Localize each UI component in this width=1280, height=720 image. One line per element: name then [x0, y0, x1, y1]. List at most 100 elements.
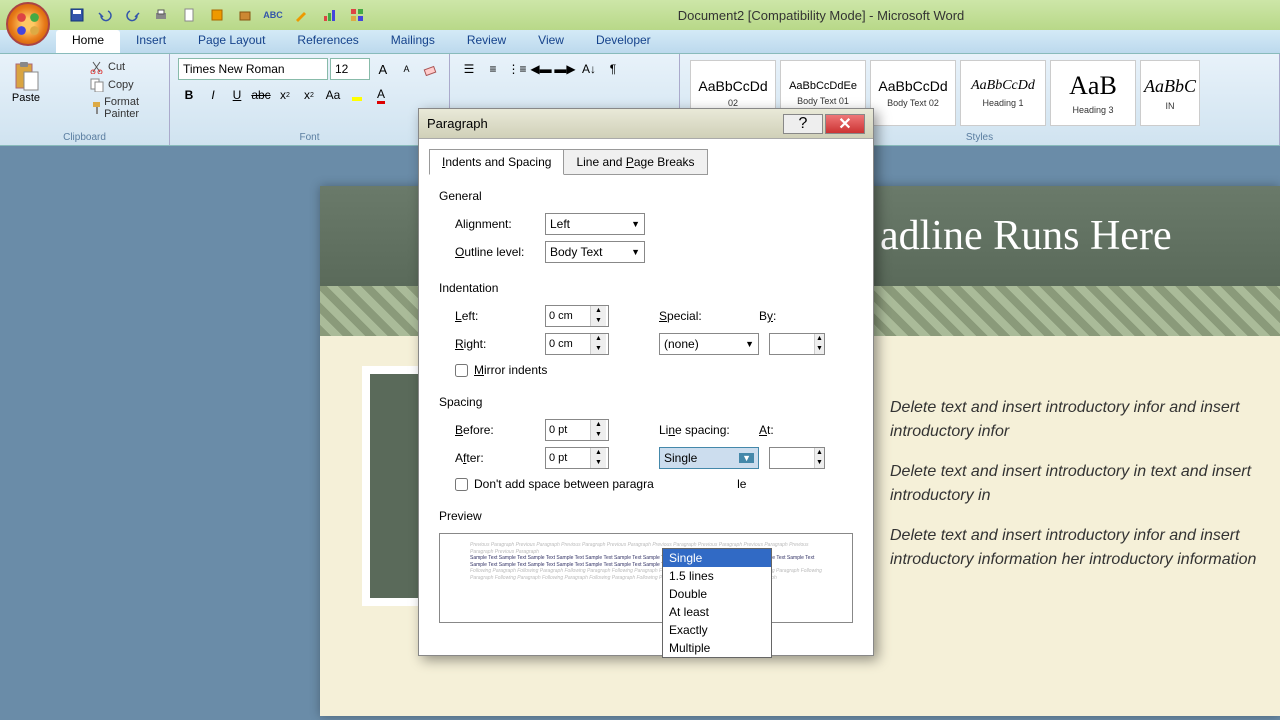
tab-indents-spacing[interactable]: IIndents and Spacingndents and Spacing — [429, 149, 564, 175]
clipboard-group: Paste Cut Copy Format Painter Clipboard — [0, 54, 170, 145]
numbering-button[interactable]: ≡ — [482, 58, 504, 80]
dialog-close-button[interactable]: ✕ — [825, 114, 865, 134]
before-spinner[interactable]: ▲▼ — [545, 419, 609, 441]
general-section-label: General — [439, 189, 853, 203]
dialog-title-text: Paragraph — [427, 116, 781, 131]
tab-references[interactable]: References — [281, 30, 374, 53]
qat-preview[interactable] — [178, 4, 200, 26]
office-button[interactable] — [6, 2, 50, 46]
ls-option-1-5[interactable]: 1.5 lines — [663, 567, 771, 585]
chart-icon — [322, 8, 336, 22]
ls-option-single[interactable]: Single — [663, 549, 771, 567]
style-heading-3[interactable]: AaBHeading 3 — [1050, 60, 1136, 126]
tab-review[interactable]: Review — [451, 30, 522, 53]
superscript-button[interactable]: x2 — [298, 84, 320, 106]
bold-button[interactable]: B — [178, 84, 200, 106]
ls-option-at-least[interactable]: At least — [663, 603, 771, 621]
left-spinner[interactable]: ▲▼ — [545, 305, 609, 327]
qat-chart[interactable] — [318, 4, 340, 26]
paste-button[interactable]: Paste — [8, 58, 44, 122]
grow-font[interactable]: A — [372, 58, 394, 80]
left-label: Left: — [455, 309, 535, 323]
up-icon[interactable]: ▲ — [815, 448, 824, 458]
qat-spell[interactable]: ABC — [262, 4, 284, 26]
style-body-text-02[interactable]: AaBbCcDdBody Text 02 — [870, 60, 956, 126]
dialog-titlebar[interactable]: Paragraph ? ✕ — [419, 109, 873, 139]
down-icon[interactable]: ▼ — [591, 316, 606, 326]
qat-grid[interactable] — [346, 4, 368, 26]
by-spinner[interactable]: ▲▼ — [769, 333, 825, 355]
multilevel-button[interactable]: ⋮≡ — [506, 58, 528, 80]
after-spinner[interactable]: ▲▼ — [545, 447, 609, 469]
change-case[interactable]: Aa — [322, 84, 344, 106]
preview-box: Previous Paragraph Previous Paragraph Pr… — [439, 533, 853, 623]
ls-option-double[interactable]: Double — [663, 585, 771, 603]
title-bar: ABC Document2 [Compatibility Mode] - Mic… — [0, 0, 1280, 30]
copy-button[interactable]: Copy — [86, 76, 161, 94]
tab-insert[interactable]: Insert — [120, 30, 182, 53]
style-in[interactable]: AaBbCIN — [1140, 60, 1200, 126]
right-spinner[interactable]: ▲▼ — [545, 333, 609, 355]
after-label: After: — [455, 451, 535, 465]
format-painter-button[interactable]: Format Painter — [86, 94, 161, 122]
tab-view[interactable]: View — [522, 30, 580, 53]
strike-button[interactable]: abc — [250, 84, 272, 106]
down-icon[interactable]: ▼ — [591, 458, 606, 468]
qat-redo[interactable] — [122, 4, 144, 26]
dont-add-checkbox[interactable] — [455, 478, 468, 491]
up-icon[interactable]: ▲ — [591, 448, 606, 458]
font-size-input[interactable] — [330, 58, 370, 80]
sheet-icon — [210, 8, 224, 22]
italic-button[interactable]: I — [202, 84, 224, 106]
tab-mailings[interactable]: Mailings — [375, 30, 451, 53]
qat-save[interactable] — [66, 4, 88, 26]
down-icon[interactable]: ▼ — [815, 458, 824, 468]
qat-extra1[interactable] — [206, 4, 228, 26]
spacing-section-label: Spacing — [439, 395, 853, 409]
underline-button[interactable]: U — [226, 84, 248, 106]
cut-button[interactable]: Cut — [86, 58, 161, 76]
font-name-input[interactable] — [178, 58, 328, 80]
ls-option-exactly[interactable]: Exactly — [663, 621, 771, 639]
up-icon[interactable]: ▲ — [591, 306, 606, 316]
subscript-button[interactable]: x2 — [274, 84, 296, 106]
special-label: Special: — [659, 309, 749, 323]
up-icon[interactable]: ▲ — [815, 334, 824, 344]
down-icon[interactable]: ▼ — [815, 344, 824, 354]
line-spacing-combo[interactable]: Single▼ — [659, 447, 759, 469]
qat-undo[interactable] — [94, 4, 116, 26]
tab-line-page-breaks[interactable]: Line and Page Breaks — [563, 149, 707, 175]
print-icon — [154, 8, 168, 22]
at-spinner[interactable]: ▲▼ — [769, 447, 825, 469]
tab-developer[interactable]: Developer — [580, 30, 667, 53]
dialog-help-button[interactable]: ? — [783, 114, 823, 134]
up-icon[interactable]: ▲ — [591, 420, 606, 430]
tab-page-layout[interactable]: Page Layout — [182, 30, 281, 53]
up-icon[interactable]: ▲ — [591, 334, 606, 344]
down-icon[interactable]: ▼ — [591, 344, 606, 354]
down-icon[interactable]: ▼ — [591, 430, 606, 440]
show-marks[interactable]: ¶ — [602, 58, 624, 80]
increase-indent[interactable]: ▬▶ — [554, 58, 576, 80]
alignment-combo[interactable]: Left▼ — [545, 213, 645, 235]
qat-draw[interactable] — [290, 4, 312, 26]
mirror-checkbox[interactable] — [455, 364, 468, 377]
highlight-button[interactable] — [346, 84, 368, 106]
sort-button[interactable]: A↓ — [578, 58, 600, 80]
pencil-icon — [294, 8, 308, 22]
special-combo[interactable]: (none)▼ — [659, 333, 759, 355]
quick-access-toolbar: ABC — [66, 4, 368, 26]
font-color-button[interactable]: A — [370, 84, 392, 106]
dialog-body: General Alignment: Left▼ Outline level: … — [419, 175, 873, 655]
qat-print[interactable] — [150, 4, 172, 26]
clear-format[interactable] — [419, 58, 441, 80]
tab-home[interactable]: Home — [56, 30, 120, 53]
style-heading-1[interactable]: AaBbCcDdHeading 1 — [960, 60, 1046, 126]
ls-option-multiple[interactable]: Multiple — [663, 639, 771, 657]
decrease-indent[interactable]: ◀▬ — [530, 58, 552, 80]
outline-combo[interactable]: Body Text▼ — [545, 241, 645, 263]
qat-extra2[interactable] — [234, 4, 256, 26]
bullets-button[interactable]: ☰ — [458, 58, 480, 80]
cut-icon — [90, 60, 104, 74]
shrink-font[interactable]: A — [396, 58, 418, 80]
